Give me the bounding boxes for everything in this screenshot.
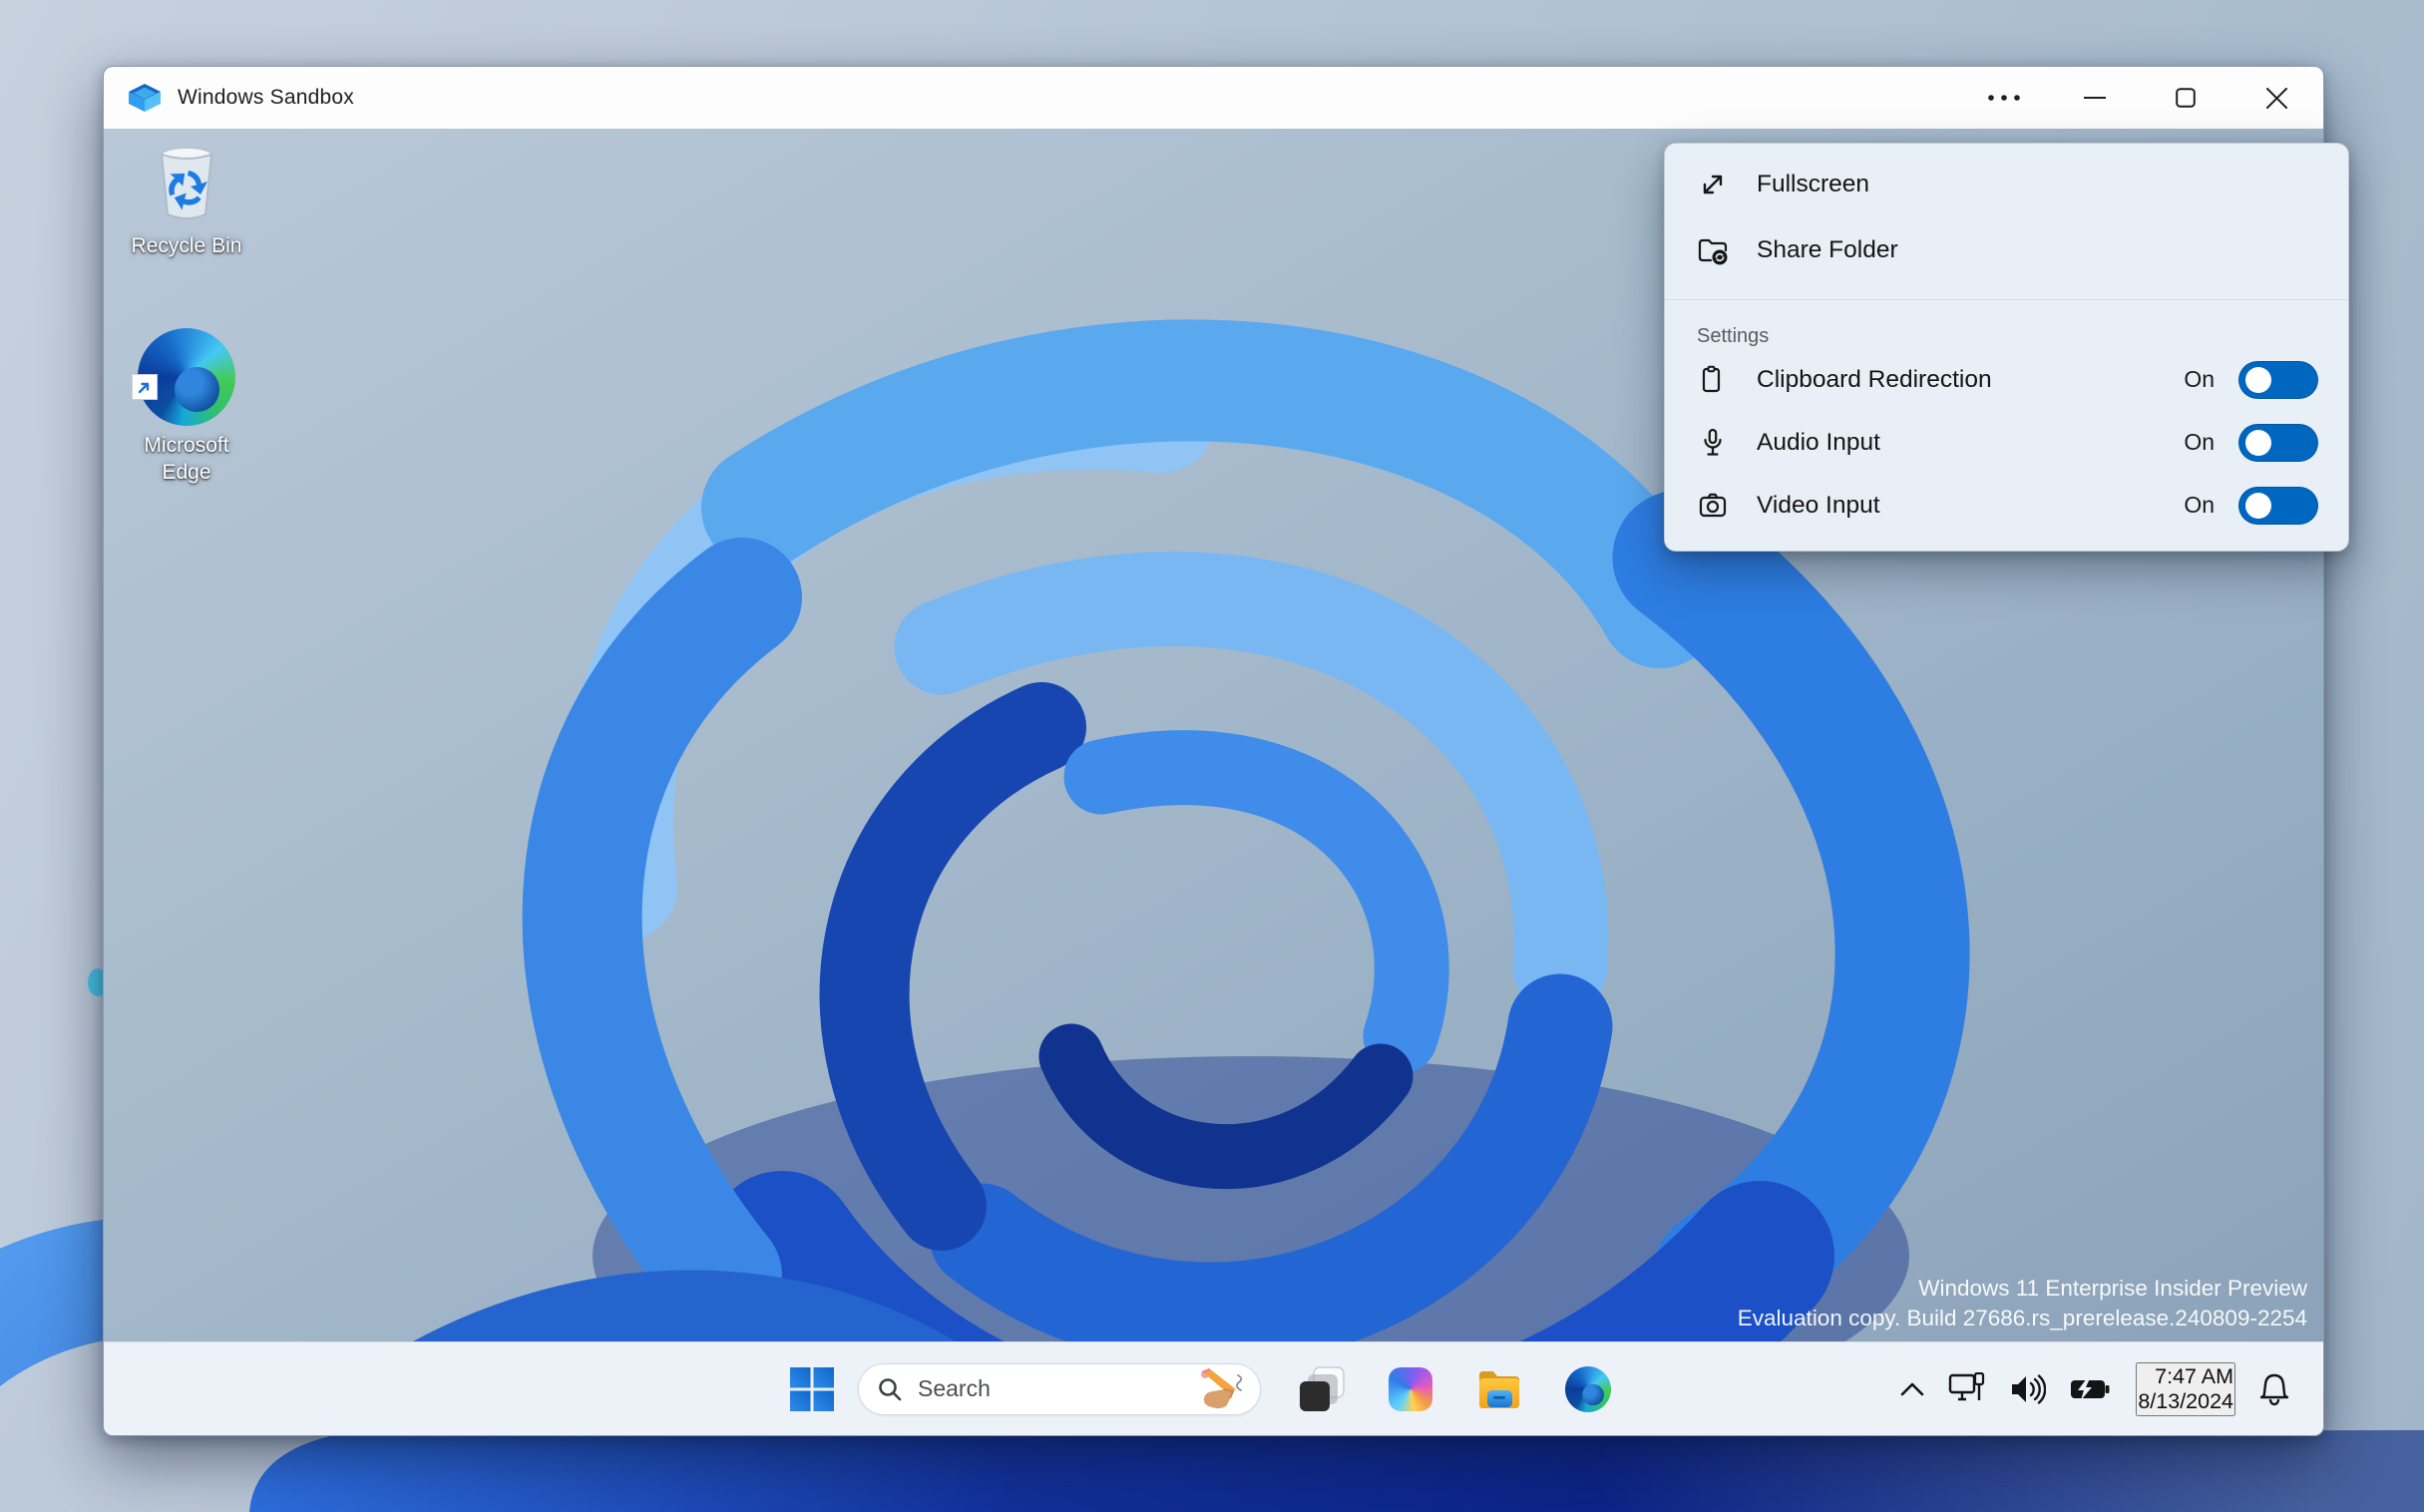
- desktop-icon-microsoft-edge[interactable]: Microsoft Edge: [122, 328, 251, 486]
- search-icon: [879, 1377, 902, 1400]
- fullscreen-icon: [1703, 175, 1723, 194]
- ellipsis-icon: [1988, 95, 2020, 101]
- menu-item-fullscreen[interactable]: Fullscreen: [1665, 152, 2348, 217]
- clipboard-redirection-toggle[interactable]: [2238, 360, 2318, 399]
- tray-time: 7:47 AM: [2155, 1363, 2233, 1388]
- desktop-icon-label: Microsoft Edge: [144, 434, 229, 484]
- window-title: Windows Sandbox: [178, 86, 354, 109]
- edge-taskbar-button[interactable]: [1560, 1359, 1616, 1419]
- battery-tray-button[interactable]: [2070, 1377, 2110, 1400]
- watermark-line1: Windows 11 Enterprise Insider Preview: [1918, 1276, 2307, 1301]
- shortcut-arrow-icon: [138, 382, 150, 394]
- edge-taskbar-icon: [1565, 1365, 1611, 1412]
- audio-input-toggle[interactable]: [2238, 423, 2318, 462]
- desktop-icon-label: Recycle Bin: [131, 234, 242, 257]
- more-options-button[interactable]: [1975, 67, 2033, 129]
- menu-item-share-folder[interactable]: Share Folder: [1665, 217, 2348, 283]
- windows-start-icon: [790, 1366, 834, 1411]
- settings-section-label: Settings: [1697, 325, 1770, 347]
- clock-tray-button[interactable]: 7:47 AM 8/13/2024: [2136, 1361, 2235, 1416]
- start-button[interactable]: [788, 1365, 836, 1413]
- sandbox-options-flyout: Fullscreen Share Folder Settings Clipboa…: [1664, 143, 2349, 552]
- minimize-icon: [2084, 97, 2106, 99]
- setting-state: On: [2184, 492, 2215, 518]
- build-watermark: Windows 11 Enterprise Insider Preview Ev…: [1738, 1274, 2307, 1333]
- setting-row-clipboard-redirection: Clipboard Redirection On: [1665, 348, 2348, 411]
- volume-icon: [2012, 1373, 2047, 1404]
- setting-state: On: [2184, 366, 2215, 392]
- network-tray-button[interactable]: [1948, 1371, 1986, 1406]
- maximize-icon: [2176, 88, 2196, 108]
- copilot-button[interactable]: [1383, 1359, 1438, 1419]
- file-explorer-icon: [1479, 1370, 1519, 1408]
- taskbar: Search 7:47 AM 8/13/2024: [104, 1341, 2323, 1435]
- camera-icon: [1699, 493, 1727, 517]
- bell-icon: [2259, 1373, 2289, 1405]
- task-view-icon: [1300, 1365, 1345, 1411]
- microphone-icon: [1704, 428, 1722, 456]
- window-controls: [1942, 67, 2323, 129]
- host-desktop: Windows Sandbox Recycle Bin Microsoft Ed…: [0, 0, 2424, 1512]
- recycle-bin-icon: [160, 147, 213, 219]
- copilot-icon: [1389, 1366, 1432, 1411]
- system-tray: 7:47 AM 8/13/2024: [1876, 1342, 2289, 1435]
- windows-sandbox-icon: [129, 84, 161, 112]
- search-placeholder: Search: [918, 1375, 991, 1401]
- notification-bell-button[interactable]: [2259, 1372, 2289, 1406]
- shortcut-arrow-badge: [132, 374, 158, 400]
- close-icon: [2265, 87, 2287, 109]
- video-input-toggle[interactable]: [2238, 486, 2318, 525]
- volume-tray-button[interactable]: [2010, 1373, 2047, 1404]
- setting-label: Clipboard Redirection: [1757, 365, 1992, 393]
- clipboard-icon: [1702, 365, 1721, 392]
- chevron-up-icon: [1901, 1382, 1924, 1395]
- maximize-button[interactable]: [2157, 67, 2215, 129]
- desktop-icon-recycle-bin[interactable]: Recycle Bin: [122, 141, 251, 259]
- file-explorer-button[interactable]: [1471, 1359, 1527, 1419]
- tray-overflow-chevron[interactable]: [1900, 1382, 1924, 1396]
- battery-charging-icon: [2071, 1377, 2110, 1400]
- toggle-knob: [2245, 492, 2271, 519]
- setting-label: Audio Input: [1757, 428, 1880, 456]
- taskbar-center-cluster: Search: [788, 1342, 1616, 1435]
- toggle-knob: [2245, 366, 2271, 393]
- setting-row-video-input: Video Input On: [1665, 474, 2348, 537]
- menu-item-label: Fullscreen: [1757, 171, 1870, 197]
- taskbar-search-box[interactable]: Search: [858, 1362, 1261, 1415]
- network-icon: [1949, 1371, 1985, 1400]
- menu-item-label: Share Folder: [1757, 236, 1898, 263]
- tray-date: 8/13/2024: [2138, 1388, 2233, 1413]
- share-folder-icon: [1698, 238, 1728, 265]
- close-button[interactable]: [2247, 67, 2305, 129]
- titlebar: Windows Sandbox: [104, 67, 2323, 129]
- setting-label: Video Input: [1757, 491, 1880, 519]
- minimize-button[interactable]: [2066, 67, 2124, 129]
- setting-state: On: [2184, 429, 2215, 455]
- setting-row-audio-input: Audio Input On: [1665, 411, 2348, 474]
- task-view-button[interactable]: [1294, 1359, 1350, 1419]
- search-highlight-writing-hand-icon: [1201, 1367, 1243, 1408]
- toggle-knob: [2245, 429, 2271, 456]
- watermark-line2: Evaluation copy. Build 27686.rs_prerelea…: [1737, 1306, 2307, 1330]
